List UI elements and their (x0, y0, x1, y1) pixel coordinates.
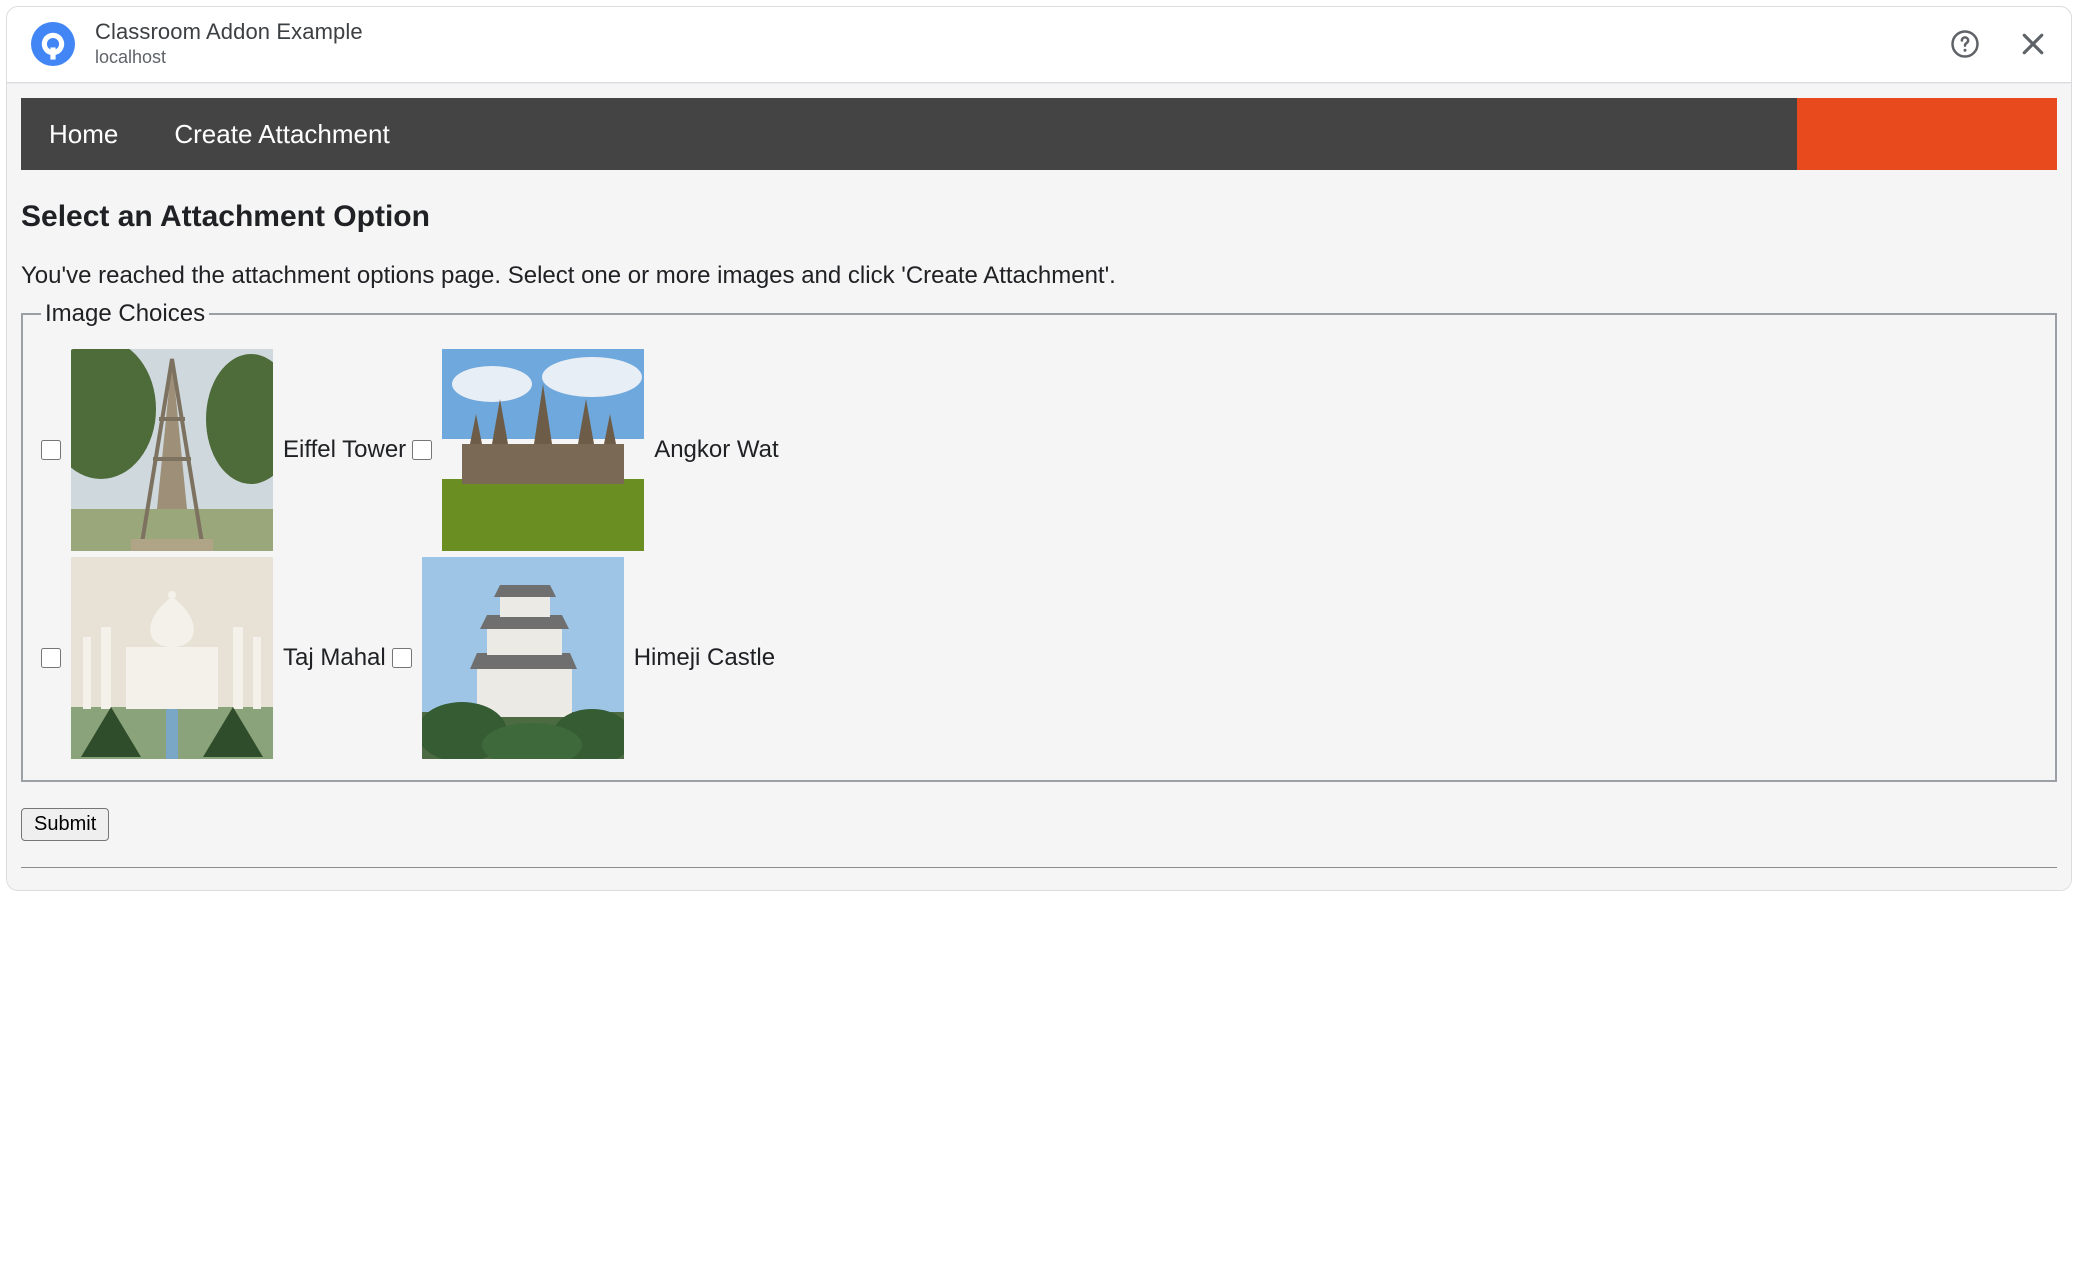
checkbox-taj-mahal[interactable] (41, 648, 61, 668)
eiffel-tower-image (71, 349, 273, 551)
choice-label: Eiffel Tower (283, 436, 406, 464)
close-button[interactable] (2015, 26, 2051, 62)
taj-mahal-image (71, 557, 273, 759)
image-choices-fieldset: Image Choices (21, 300, 2057, 782)
submit-button[interactable]: Submit (21, 808, 109, 841)
divider (21, 867, 2057, 868)
addon-logo-icon (31, 22, 75, 66)
choice-label: Himeji Castle (634, 644, 775, 672)
modal-title: Classroom Addon Example (95, 19, 363, 45)
himeji-castle-image (422, 557, 624, 759)
choice-eiffel-tower[interactable]: Eiffel Tower (41, 349, 406, 551)
addon-modal: Classroom Addon Example localhost (6, 6, 2072, 891)
image-choices-legend: Image Choices (41, 300, 209, 328)
help-icon (1950, 29, 1980, 59)
choice-himeji-castle[interactable]: Himeji Castle (392, 557, 775, 759)
nav-accent-block (1797, 98, 2057, 170)
help-button[interactable] (1947, 26, 1983, 62)
choice-label: Angkor Wat (654, 436, 779, 464)
choice-angkor-wat[interactable]: Angkor Wat (412, 349, 779, 551)
checkbox-angkor-wat[interactable] (412, 440, 432, 460)
angkor-wat-image (442, 349, 644, 551)
choice-taj-mahal[interactable]: Taj Mahal (41, 557, 386, 759)
checkbox-himeji-castle[interactable] (392, 648, 412, 668)
page-heading: Select an Attachment Option (21, 200, 2057, 234)
modal-subtitle: localhost (95, 47, 363, 68)
page-description: You've reached the attachment options pa… (21, 262, 2057, 290)
checkbox-eiffel-tower[interactable] (41, 440, 61, 460)
nav-create-attachment[interactable]: Create Attachment (146, 98, 417, 170)
choice-label: Taj Mahal (283, 644, 386, 672)
modal-content: Home Create Attachment Select an Attachm… (7, 83, 2071, 890)
nav-home[interactable]: Home (21, 98, 146, 170)
navbar: Home Create Attachment (21, 98, 2057, 170)
modal-titlebar: Classroom Addon Example localhost (7, 7, 2071, 83)
close-icon (2018, 29, 2048, 59)
